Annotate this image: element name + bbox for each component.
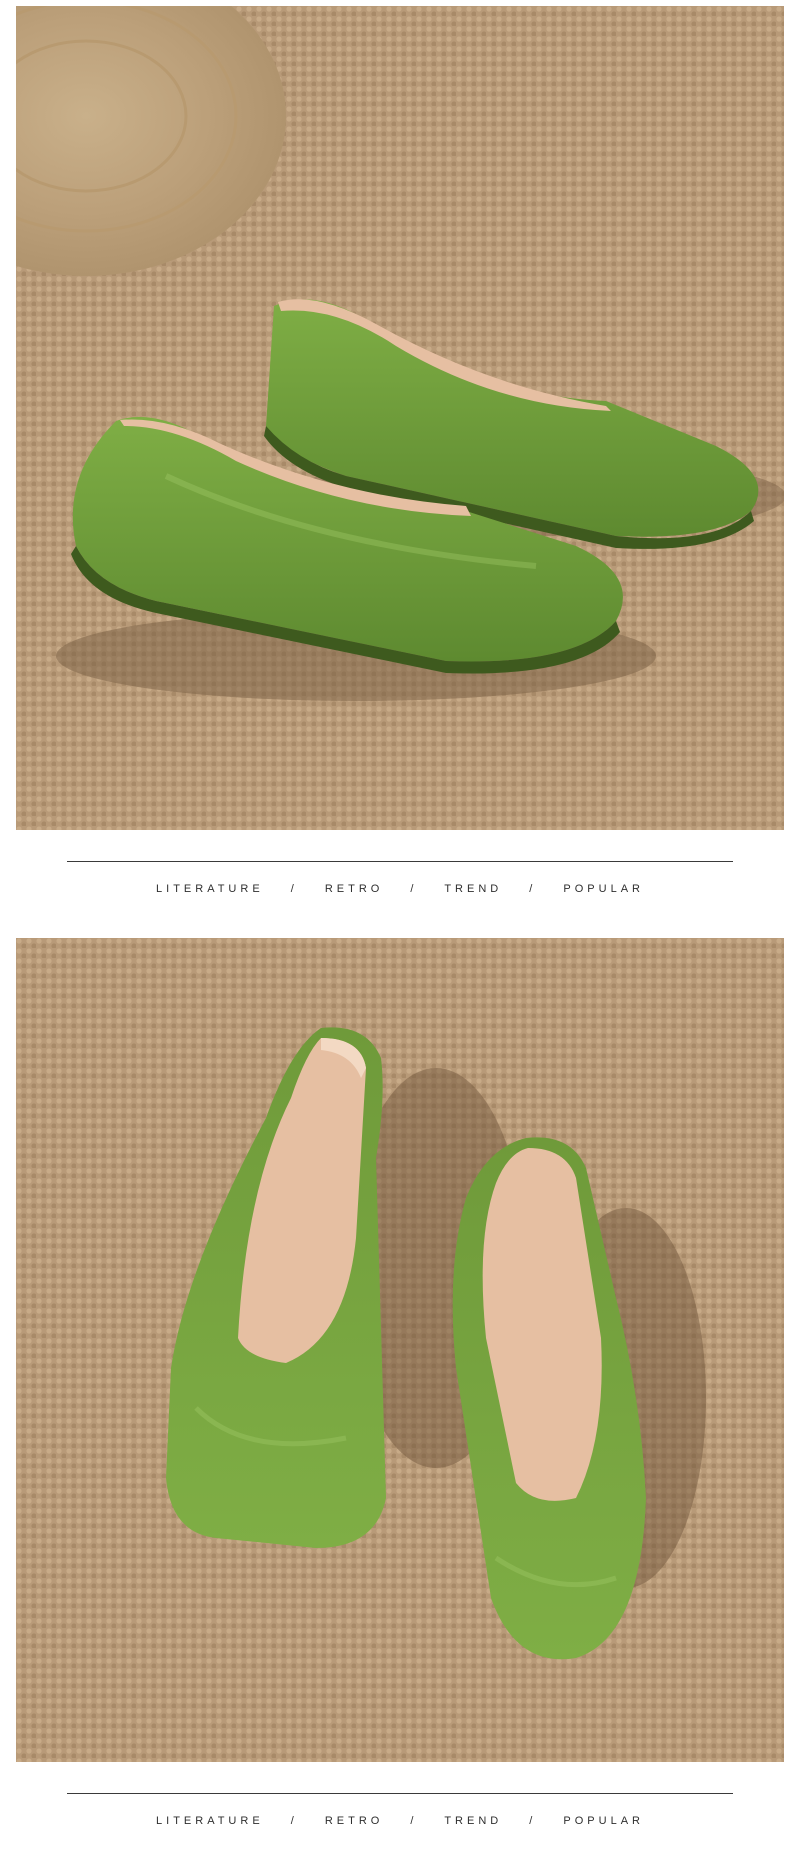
tagline-word: RETRO [324, 1815, 384, 1827]
tagline: LITERATURE / RETRO / TREND / POPULAR [0, 1815, 800, 1827]
tagline-word: TREND [444, 883, 503, 895]
shoes-top-view-image [16, 938, 784, 1762]
tagline-word: LITERATURE [156, 1815, 264, 1827]
tagline: LITERATURE / RETRO / TREND / POPULAR [0, 883, 800, 895]
tagline-separator: / [529, 883, 537, 895]
section-divider [67, 1793, 733, 1794]
tagline-word: POPULAR [563, 883, 644, 895]
shoes-side-view-image [16, 6, 784, 830]
tagline-word: RETRO [324, 883, 384, 895]
tagline-separator: / [290, 1815, 298, 1827]
tagline-separator: / [410, 883, 418, 895]
tagline-word: POPULAR [563, 1815, 644, 1827]
section-divider [67, 861, 733, 862]
tagline-separator: / [410, 1815, 418, 1827]
tagline-separator: / [290, 883, 298, 895]
product-photo-side-view [16, 6, 784, 830]
tagline-word: LITERATURE [156, 883, 264, 895]
tagline-separator: / [529, 1815, 537, 1827]
tagline-word: TREND [444, 1815, 503, 1827]
product-photo-top-view [16, 938, 784, 1762]
